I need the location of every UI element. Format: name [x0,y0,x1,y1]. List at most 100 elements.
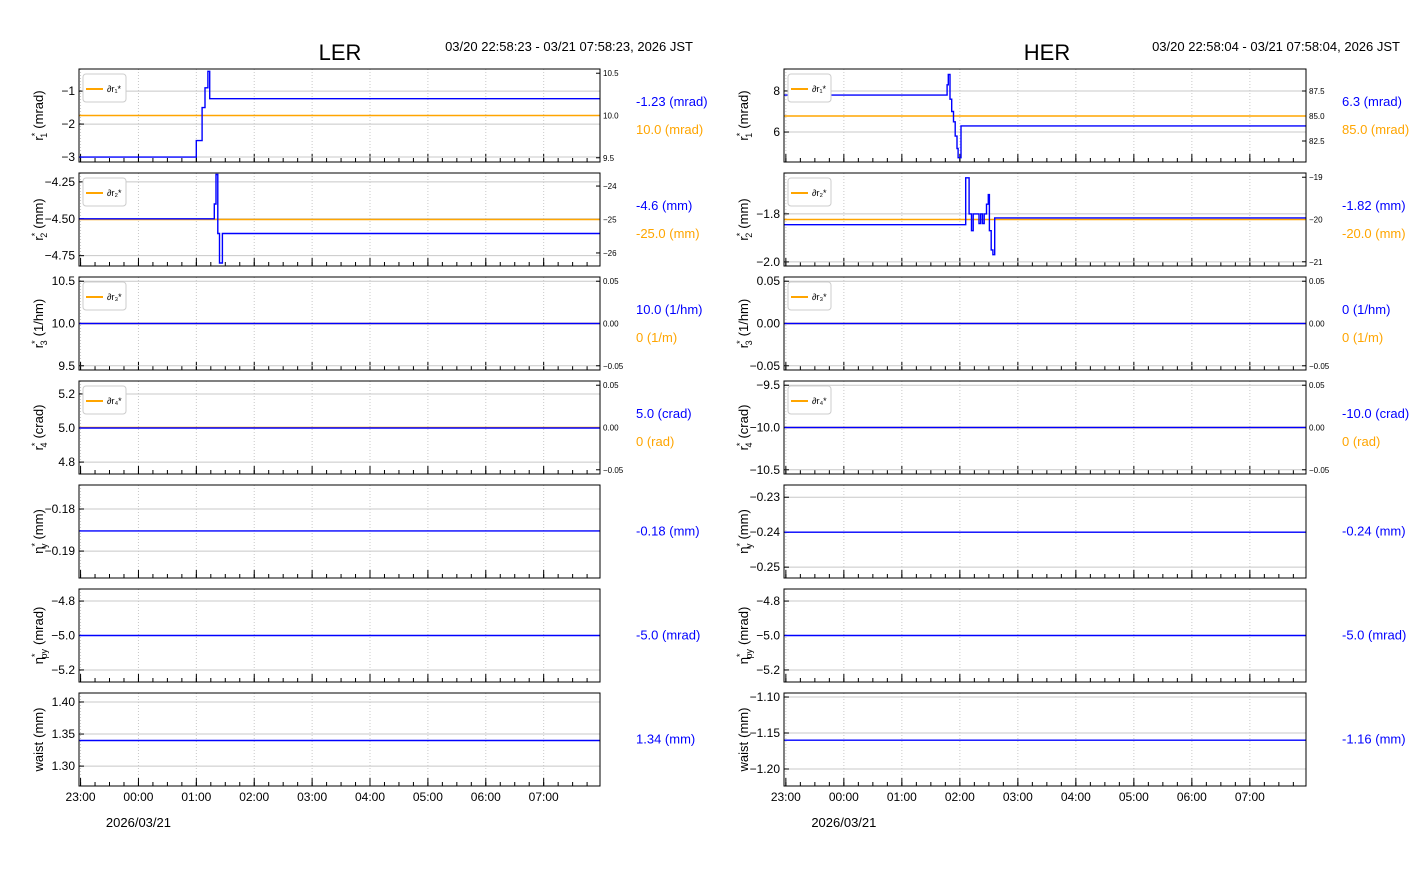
panel: −0.18−0.19η*y(mm) -0.18 (mm) [30,484,700,579]
y-tick-label: −10.5 [750,463,781,477]
legend-label: ∂r₃* [812,292,827,302]
legend-label: ∂r₂* [107,188,122,198]
x-tick-label: 02:00 [239,790,269,804]
panel: 0.050.00−0.050.050.00−0.05∂r₃*r*3(1/hm) 0… [735,274,1390,373]
right-y-tick-label: 0.05 [603,381,619,390]
x-tick-label: 05:00 [1119,790,1149,804]
current-value-orange: -20.0 (mm) [1342,226,1406,241]
y-tick-label: −3 [61,150,75,164]
right-y-tick-label: −25 [603,216,617,225]
current-value-blue: 6.3 (mrad) [1342,94,1402,109]
current-value-blue: 1.34 (mm) [636,732,695,747]
x-tick-label: 04:00 [355,790,385,804]
x-tick-label: 06:00 [471,790,501,804]
y-tick-label: 1.40 [52,695,76,709]
right-y-tick-label: −21 [1309,258,1323,267]
panel: −1.8−2.0−19−20−21∂r₂*r*2(mm) -1.82 (mm)-2… [735,172,1406,269]
y-label-sub: 3 [744,340,754,345]
date-label: 2026/03/21 [811,815,876,830]
x-tick-label: 07:00 [529,790,559,804]
right-y-tick-label: −20 [1309,216,1323,225]
current-value-blue: 0 (1/hm) [1342,302,1390,317]
right-y-tick-label: 0.00 [603,424,619,433]
right-y-tick-label: −0.05 [603,362,624,371]
current-value-orange: 0 (1/m) [636,330,677,345]
y-tick-label: 4.8 [58,455,75,469]
chart-title: LER [319,40,362,65]
right-y-tick-label: 0.00 [1309,424,1325,433]
x-tick-label: 07:00 [1235,790,1265,804]
legend: ∂r₃* [787,281,832,311]
y-label-unit: (mm) [31,708,46,738]
y-tick-label: 1.35 [52,727,76,741]
y-label-unit: (mrad) [736,90,751,128]
y-axis-label: r*1(mrad) [30,90,49,140]
y-tick-label: 10.5 [52,274,76,288]
y-tick-label: −9.5 [756,378,780,392]
panel: −4.25−4.50−4.75−24−25−26∂r₂*r*2(mm) -4.6 … [30,172,700,267]
right-y-tick-label: 0.05 [1309,381,1325,390]
y-tick-label: −1.20 [750,762,781,776]
y-tick-label: −1.15 [750,726,781,740]
x-tick-label: 23:00 [66,790,96,804]
panel: −4.8−5.0−5.2η*py(mrad) -5.0 (mrad) [30,588,700,683]
y-axis-label: η*py(mrad) [30,607,49,665]
y-label-symbol: waist [31,741,46,772]
y-tick-label: −5.0 [51,629,75,643]
time-range: 03/20 22:58:23 - 03/21 07:58:23, 2026 JS… [445,39,693,54]
y-label-unit: (1/hm) [736,299,751,337]
y-tick-label: −0.05 [750,359,781,373]
y-tick-label: −4.8 [756,594,780,608]
current-value-blue: -10.0 (crad) [1342,406,1409,421]
current-value-orange: 10.0 (mrad) [636,122,703,137]
y-tick-label: −10.0 [750,421,781,435]
legend: ∂r₃* [82,281,127,311]
y-label-unit: (crad) [31,405,46,439]
y-tick-label: −4.50 [45,212,76,226]
y-label-unit: (mm) [31,198,46,228]
y-label-sub: py [744,649,754,659]
current-value-blue: -1.16 (mm) [1342,732,1406,747]
y-tick-label: −2 [61,117,75,131]
y-label-unit: (mm) [736,509,751,539]
x-tick-label: 00:00 [123,790,153,804]
y-label-sub: 2 [744,233,754,238]
y-label-unit: (mrad) [736,607,751,645]
x-tick-label: 05:00 [413,790,443,804]
x-tick-label: 01:00 [887,790,917,804]
legend-label: ∂r₂* [812,188,827,198]
y-tick-label: −0.19 [45,544,76,558]
legend: ∂r₄* [82,385,127,415]
y-label-sub: y [744,543,754,548]
right-y-tick-label: 10.5 [603,69,619,78]
current-value-orange: -25.0 (mm) [636,226,700,241]
current-value-blue: -5.0 (mrad) [1342,628,1406,643]
panel: 5.25.04.80.050.00−0.05∂r₄*r*4(crad) 5.0 (… [30,380,692,475]
y-tick-label: 5.2 [58,387,75,401]
y-tick-label: 10.0 [52,317,76,331]
panel: −4.8−5.0−5.2η*py(mrad) -5.0 (mrad) [735,588,1406,683]
current-value-blue: -0.24 (mm) [1342,524,1406,539]
y-tick-label: −0.25 [750,560,781,574]
x-tick-label: 03:00 [1003,790,1033,804]
right-y-tick-label: 0.05 [603,277,619,286]
current-value-blue: -1.82 (mm) [1342,198,1406,213]
y-tick-label: 9.5 [58,359,75,373]
y-label-sub: 4 [744,443,754,448]
x-tick-label: 00:00 [829,790,859,804]
y-tick-label: −0.18 [45,502,76,516]
y-tick-label: −0.23 [750,490,781,504]
right-y-tick-label: 85.0 [1309,112,1325,121]
current-value-orange: 0 (rad) [1342,434,1380,449]
x-tick-label: 04:00 [1061,790,1091,804]
y-label-sub: 4 [39,443,49,448]
y-axis-label: r*2(mm) [735,198,754,240]
y-axis-label: waist (mm) [31,708,46,773]
y-label-unit: (mrad) [31,607,46,645]
panel: −1−2−310.510.09.5∂r₁*r*1(mrad) -1.23 (mra… [30,68,708,164]
panel: 8687.585.082.5∂r₁*r*1(mrad) 6.3 (mrad)85.… [735,68,1409,163]
y-tick-label: −2.0 [756,255,780,269]
legend-label: ∂r₁* [107,84,121,94]
y-label-sub: 1 [744,133,754,138]
right-y-tick-label: −26 [603,249,617,258]
